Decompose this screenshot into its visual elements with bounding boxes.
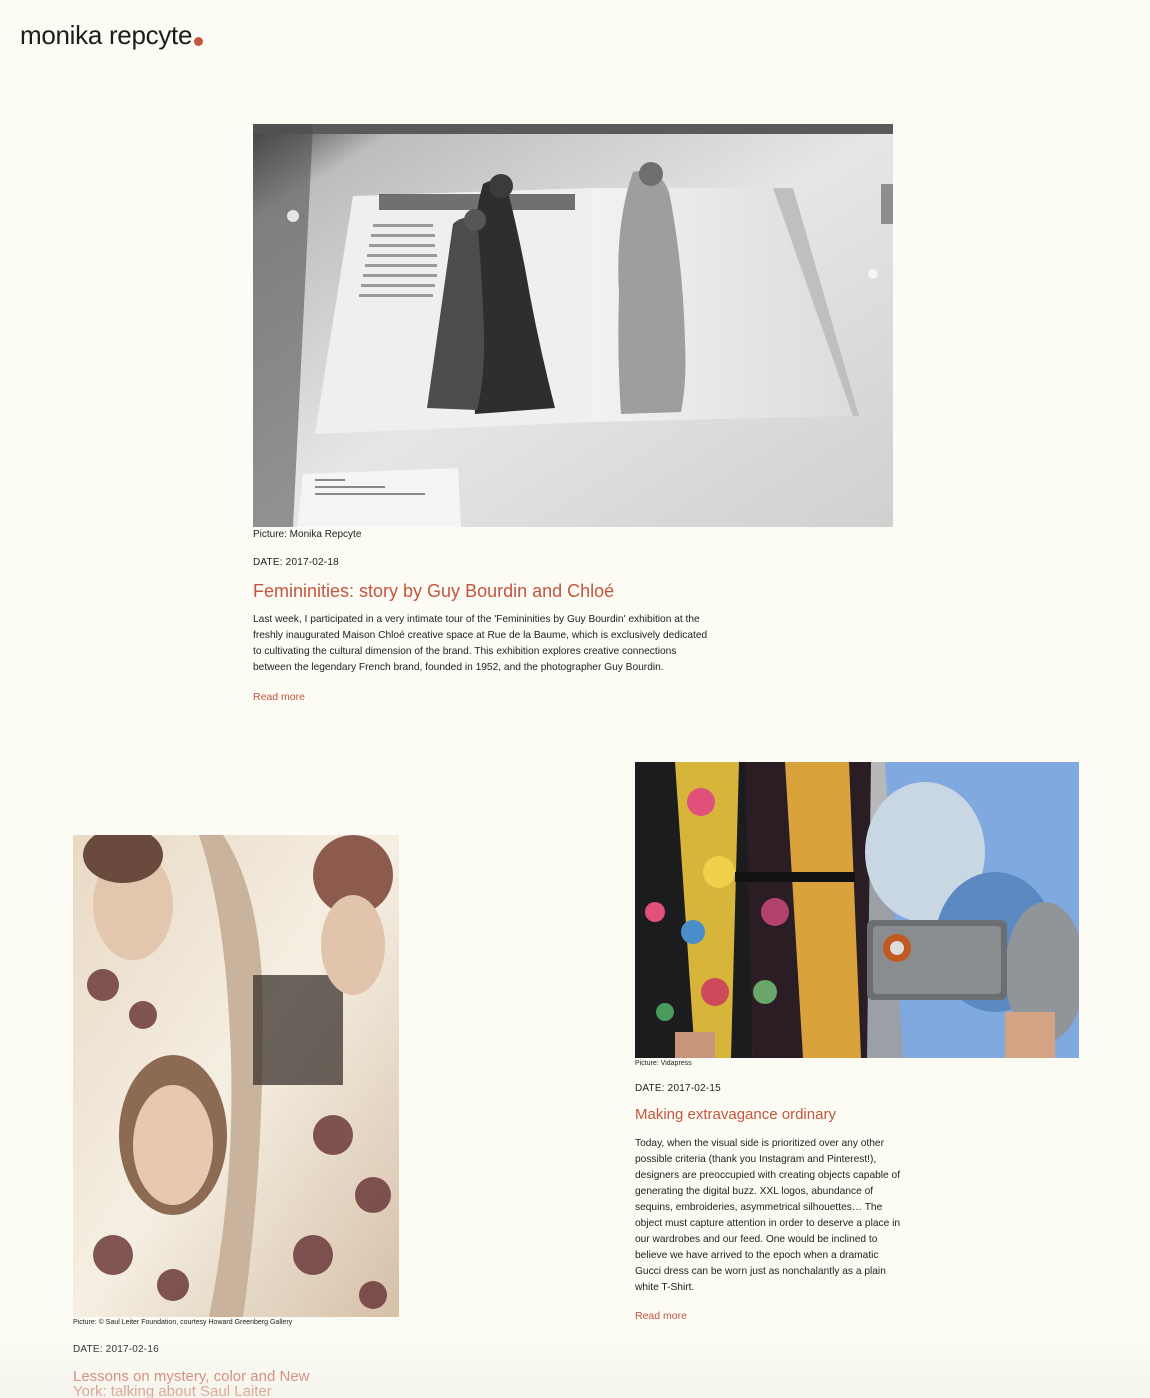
blog-post: Picture: Vidapress DATE: 2017-02-15 Maki… [635,762,1079,1324]
post-date: DATE: 2017-02-18 [253,557,339,568]
post-title-link[interactable]: Femininities: story by Guy Bourdin and C… [253,582,893,600]
blog-post: Picture: Monika Repcyte DATE: 2017-02-18… [253,124,893,705]
image-caption: Picture: Vidapress [635,1060,692,1067]
post-excerpt: Last week, I participated in a very inti… [253,614,708,673]
image-caption: Picture: © Saul Leiter Foundation, court… [73,1319,293,1326]
blog-post: Picture: © Saul Leiter Foundation, court… [73,835,399,1398]
post-title-link[interactable]: Making extravagance ordinary [635,1107,1079,1122]
page: monika repcyte Picture: Monika Repcyte D… [0,0,1150,1398]
image-caption: Picture: Monika Repcyte [253,529,362,540]
post-image-street-style[interactable] [635,762,1079,1058]
post-image-saul-leiter[interactable] [73,835,399,1317]
saul-leiter-photo [73,835,399,1317]
read-more-link[interactable]: Read more [253,691,305,703]
site-name: monika repcyte [20,20,193,50]
post-date: DATE: 2017-02-15 [635,1083,721,1094]
street-style-photo [635,762,1079,1058]
post-excerpt: Today, when the visual side is prioritiz… [635,1138,901,1293]
site-logo[interactable]: monika repcyte [20,20,204,50]
logo-dot-icon [194,37,204,46]
post-date: DATE: 2017-02-16 [73,1344,159,1355]
magazine-photo [253,124,893,527]
post-title-link[interactable]: Lessons on mystery, color and New York: … [73,1369,343,1398]
post-image-magazine-spread[interactable] [253,124,893,527]
read-more-link[interactable]: Read more [635,1310,687,1322]
